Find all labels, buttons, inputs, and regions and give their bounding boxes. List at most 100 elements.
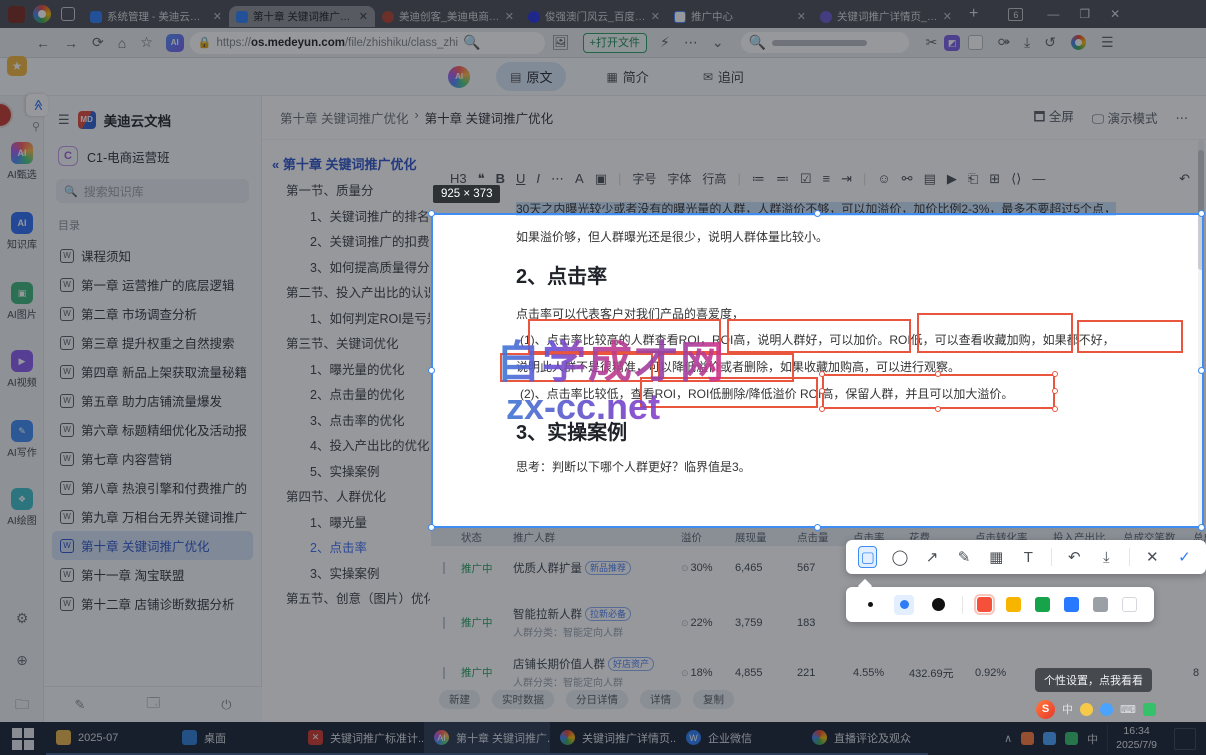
window-count-badge[interactable]: 6 xyxy=(1008,7,1024,21)
emoji-icon[interactable]: ☺ xyxy=(877,171,890,186)
toc-item[interactable]: 第三节、关键词优化 xyxy=(272,332,430,358)
tab-chapter10[interactable]: 第十章 关键词推广优化 ✕ xyxy=(229,6,375,27)
italic-icon[interactable]: I xyxy=(536,171,540,186)
sidebar-item-ch6[interactable]: W 第六章 标题精细优化及活动报 xyxy=(52,415,253,444)
ime-mode-icon[interactable]: 中 xyxy=(1062,701,1073,717)
collapse-toc-icon[interactable]: « xyxy=(272,157,279,172)
toc-item[interactable]: 第二节、投入产出比的认识 xyxy=(272,281,430,307)
color-red[interactable] xyxy=(974,594,995,615)
taskbar-item-wecom[interactable]: W 企业微信 xyxy=(676,722,802,755)
sidebar-item-notice[interactable]: W 课程须知 xyxy=(52,241,253,270)
color-blue[interactable] xyxy=(1064,597,1079,612)
highlight-color-icon[interactable]: ▣ xyxy=(595,171,607,187)
sogou-logo-icon[interactable]: S xyxy=(1036,699,1055,719)
url-field[interactable]: 🔒 https://os.medeyun.com/file/zhishiku/c… xyxy=(189,31,545,54)
sidebar-item-ch9[interactable]: W 第九章 万相台无界关键词推广 xyxy=(52,502,253,531)
toc-item[interactable]: 1、如何判定ROI是亏是赚 xyxy=(272,307,430,333)
selection-handle[interactable] xyxy=(1198,210,1205,217)
new-tab-button[interactable]: + xyxy=(969,5,978,23)
extensions-puzzle-icon[interactable]: ⚩ xyxy=(998,34,1010,51)
annotation-rect[interactable] xyxy=(500,353,653,382)
rail-item-ai-video[interactable]: ▶ AI视频 xyxy=(0,350,44,389)
selection-handle[interactable] xyxy=(814,210,821,217)
edit-icon[interactable]: ✎ xyxy=(74,697,85,713)
more-actions-button[interactable]: ⋯ xyxy=(1176,110,1189,125)
ordered-list-icon[interactable]: ≕ xyxy=(776,171,789,187)
tab-close-icon[interactable]: ✕ xyxy=(651,10,660,23)
scissors-icon[interactable]: ✂ xyxy=(926,34,938,51)
color-gray[interactable] xyxy=(1093,597,1108,612)
tab-close-icon[interactable]: ✕ xyxy=(943,10,952,23)
sidebar-item-ch3[interactable]: W 第三章 提升权重之自然搜索 xyxy=(52,328,253,357)
divider-icon[interactable]: — xyxy=(1032,171,1045,186)
toc-title[interactable]: « 第十章 关键词推广优化 xyxy=(272,154,430,173)
save-download-icon[interactable]: ⤓ xyxy=(1097,546,1116,568)
tab-summary[interactable]: ▦ 简介 xyxy=(592,62,662,91)
emoji-ime-icon[interactable] xyxy=(1080,702,1093,716)
browser-logo-icon[interactable] xyxy=(8,5,25,23)
annotation-rect[interactable] xyxy=(917,313,1073,353)
align-icon[interactable]: ≡ xyxy=(822,171,830,186)
rail-extension-icon[interactable]: ⚙ xyxy=(0,610,44,627)
edit-premium-icon[interactable]: ⊙ xyxy=(681,563,689,573)
annotation-handle[interactable] xyxy=(1052,371,1058,377)
annotation-handle[interactable] xyxy=(819,371,825,377)
toc-item[interactable]: 5、实操案例 xyxy=(272,460,430,486)
rail-item-ai-image[interactable]: ▣ AI图片 xyxy=(0,282,44,321)
taskbar-item-chapter10[interactable]: AI 第十章 关键词推广... xyxy=(424,722,550,755)
image-icon[interactable]: ▤ xyxy=(924,171,936,187)
history-icon[interactable]: ↺ xyxy=(1044,34,1056,51)
open-file-button[interactable]: +打开文件 xyxy=(582,32,647,53)
bolt-icon[interactable]: ⚡ xyxy=(660,34,670,51)
annotation-rect-selected[interactable] xyxy=(822,374,1055,409)
annotation-handle[interactable] xyxy=(1052,406,1058,412)
color-yellow[interactable] xyxy=(1006,597,1021,612)
collapse-sidebar-button[interactable]: ≪ xyxy=(26,94,48,116)
more-format-icon[interactable]: ⋯ xyxy=(551,171,564,187)
notification-center-button[interactable] xyxy=(1174,727,1196,750)
sidebar-item-ch12[interactable]: W 第十二章 店铺诊断数据分析 xyxy=(52,589,253,618)
indent-icon[interactable]: ⇥ xyxy=(841,171,852,187)
toc-item[interactable]: 3、如何提高质量得分 xyxy=(272,256,430,282)
tab-meidi-chuangke[interactable]: 美迪创客_美迪电商_美 ✕ xyxy=(375,6,521,27)
keyboard-ime-icon[interactable]: ⌨ xyxy=(1120,703,1136,716)
toc-item-active[interactable]: 2、点击率 xyxy=(272,536,430,562)
checklist-icon[interactable]: ☑ xyxy=(800,171,812,187)
ime-mode-indicator[interactable]: 中 xyxy=(1087,731,1098,747)
stroke-size-medium[interactable] xyxy=(894,594,914,615)
code-icon[interactable]: ⟨⟩ xyxy=(1011,171,1021,187)
new-button[interactable]: 新建 xyxy=(439,690,480,709)
cancel-capture-icon[interactable]: ✕ xyxy=(1143,546,1162,568)
home-icon[interactable]: ⌂ xyxy=(118,35,126,51)
sidebar-item-ch4[interactable]: W 第四章 新品上架获取流量秘籍 xyxy=(52,357,253,386)
annotation-rect[interactable] xyxy=(1077,320,1183,353)
taskbar-item-keyword-plan[interactable]: ✕ 关键词推广标准计... xyxy=(298,722,424,755)
row-checkbox[interactable] xyxy=(443,616,445,629)
annotation-handle[interactable] xyxy=(819,406,825,412)
toc-item[interactable]: 1、曝光量 xyxy=(272,511,430,537)
sidebar-item-ch7[interactable]: W 第七章 内容营销 xyxy=(52,444,253,473)
arrow-tool-icon[interactable]: ↗ xyxy=(922,546,941,568)
tray-app-green-icon[interactable] xyxy=(1065,732,1079,745)
reload-icon[interactable]: ⟳ xyxy=(92,34,104,51)
bullet-list-icon[interactable]: ≔ xyxy=(752,171,765,187)
color-white[interactable] xyxy=(1122,597,1137,612)
toc-item[interactable]: 1、曝光量的优化 xyxy=(272,358,430,384)
taskbar-item-keyword-detail[interactable]: 关键词推广详情页... xyxy=(550,722,676,755)
stroke-size-small[interactable] xyxy=(860,595,880,615)
rail-toolbox-icon[interactable]: 🗀 xyxy=(0,694,44,718)
hamburger-menu-icon[interactable]: ☰ xyxy=(1101,34,1114,51)
toc-item[interactable]: 第一节、质量分 xyxy=(272,179,430,205)
sidebar-item-ch11[interactable]: W 第十一章 淘宝联盟 xyxy=(52,560,253,589)
tab-ask-more[interactable]: ✉ 追问 xyxy=(689,62,758,91)
rail-item-ai-drawing[interactable]: ❖ AI绘图 xyxy=(0,488,44,527)
start-button[interactable] xyxy=(10,726,36,752)
taskbar-item-desktop[interactable]: 桌面 xyxy=(172,722,298,755)
row-checkbox[interactable] xyxy=(443,666,445,679)
mosaic-tool-icon[interactable]: ▦ xyxy=(987,546,1006,568)
tab-original-text[interactable]: ▤ 原文 xyxy=(496,62,567,91)
rail-item-ai-select[interactable]: AI AI甄选 xyxy=(0,142,44,181)
selection-handle[interactable] xyxy=(428,524,435,531)
sidebar-item-ch2[interactable]: W 第二章 市场调查分析 xyxy=(52,299,253,328)
selection-handle[interactable] xyxy=(428,210,435,217)
